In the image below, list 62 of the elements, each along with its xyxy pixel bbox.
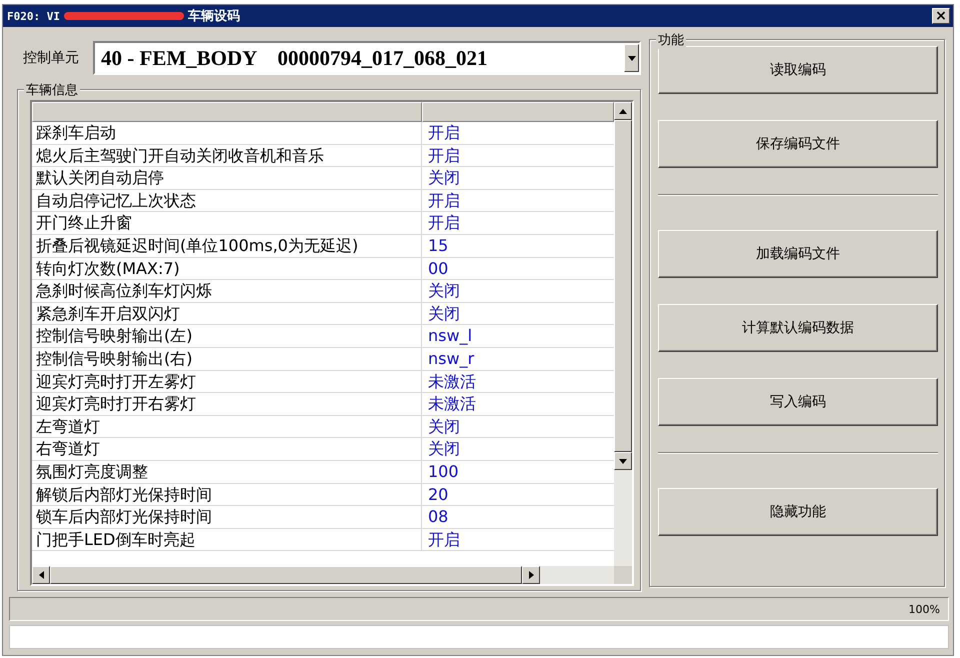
scroll-down-icon[interactable] [614,452,632,470]
table-cell: 急刹时候高位刹车灯闪烁 [32,280,422,302]
table-cell-text: 15 [427,234,450,257]
table-cell-text: 100 [427,460,460,482]
scroll-up-icon[interactable] [614,102,632,120]
table-cell-text: 未激活 [427,393,477,415]
table-cell: 控制信号映射输出(右) [32,348,422,370]
table-cell-text: 开启 [427,122,461,144]
table-cell: 控制信号映射输出(左) [32,325,422,347]
table-cell-text: 08 [427,506,450,528]
table-cell: 氛围灯亮度调整 [32,460,422,482]
table-cell: 紧急刹车开启双闪灯 [32,302,422,324]
table-cell: 右弯道灯 [32,438,422,460]
table-cell-text: 开启 [427,144,461,166]
function-button[interactable]: 隐藏功能 [658,488,938,536]
scroll-right-icon[interactable] [522,566,540,584]
table-cell-text: 关闭 [427,302,461,324]
zoom-level: 100% [908,602,940,616]
table-cell: 折叠后视镜延迟时间(单位100ms,0为无延迟) [32,234,422,257]
horizontal-scrollbar[interactable] [32,566,614,584]
group-title: 车辆信息 [24,81,80,99]
function-button[interactable]: 加载编码文件 [658,230,938,278]
window-title: F020: VI [7,10,60,22]
function-button[interactable]: 计算默认编码数据 [658,304,938,352]
close-button[interactable]: × [932,8,950,24]
table-cell-text: 关闭 [427,167,461,189]
window-title: 车辆设码 [188,8,241,25]
function-button[interactable]: 保存编码文件 [658,120,938,168]
table-cell-text: 关闭 [427,280,461,302]
table-cell: 自动启停记忆上次状态 [32,190,422,212]
table-cell-text: 开启 [427,212,461,234]
column-header[interactable] [32,102,422,122]
table-cell-text: 开启 [427,528,461,550]
table-cell-text: nsw_r [427,348,476,370]
table-cell: 左弯道灯 [32,416,422,438]
control-unit-dropdown[interactable]: 40 - FEM_BODY 00000794_017_068_021 [93,41,641,75]
function-button[interactable]: 写入编码 [658,378,938,426]
group-title: 功能 [656,31,686,49]
table-cell-text: nsw_l [427,325,474,347]
scroll-left-icon[interactable] [32,566,50,584]
table-cell: 锁车后内部灯光保持时间 [32,506,422,528]
vertical-scrollbar[interactable] [614,102,632,566]
table-cell-text: 开启 [427,190,461,212]
scroll-thumb[interactable] [50,566,522,584]
table-cell: 默认关闭自动启停 [32,167,422,189]
table-cell-text: 未激活 [427,370,477,392]
table-cell: 开门终止升窗 [32,212,422,234]
table-cell: 迎宾灯亮时打开右雾灯 [32,393,422,415]
table-cell: 迎宾灯亮时打开左雾灯 [32,370,422,392]
column-header[interactable] [422,102,614,122]
table-cell: 转向灯次数(MAX:7) [32,258,422,280]
table-cell: 解锁后内部灯光保持时间 [32,484,422,506]
scroll-thumb[interactable] [614,120,632,452]
table-cell-text: 关闭 [427,438,461,460]
table-cell-text: 00 [427,258,450,280]
table-cell: 熄火后主驾驶门开自动关闭收音机和音乐 [32,144,422,166]
table-cell: 踩刹车启动 [32,122,422,144]
field-label: 控制单元 [23,49,79,67]
table-cell-text: 关闭 [427,416,461,438]
function-button[interactable]: 读取编码 [658,46,938,94]
table-cell: 门把手LED倒车时亮起 [32,528,422,550]
table-cell-text: 20 [427,484,450,506]
